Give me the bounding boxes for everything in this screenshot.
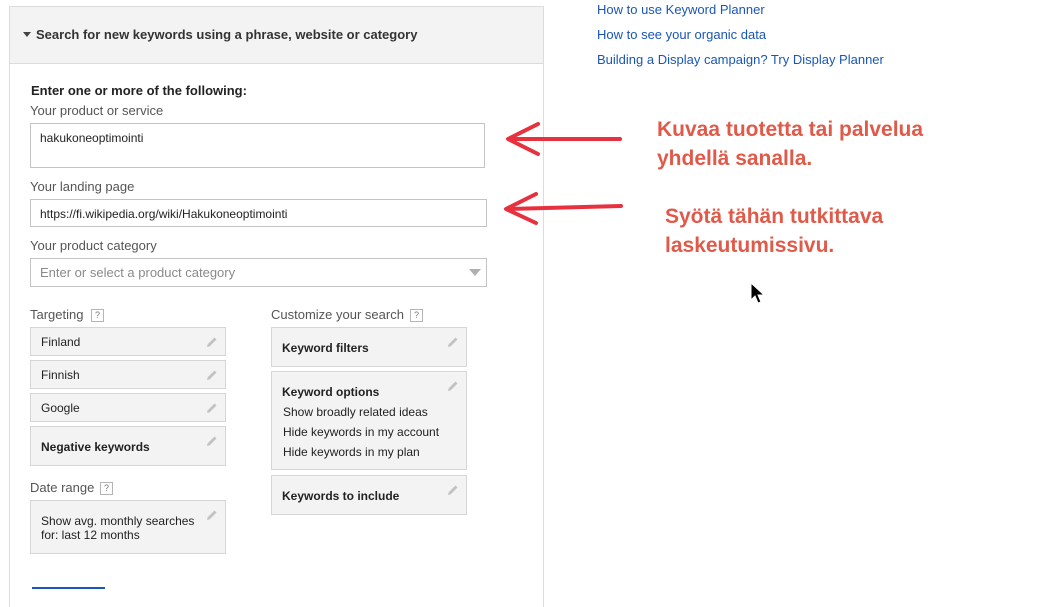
dropdown-arrow-icon[interactable]: [469, 269, 481, 276]
targeting-help-icon[interactable]: ?: [91, 309, 104, 322]
negative-keywords[interactable]: Negative keywords: [30, 426, 226, 466]
targeting-label: Targeting: [30, 307, 84, 322]
targeting-location[interactable]: Finland: [30, 327, 226, 356]
link-how-to-use-keyword-planner[interactable]: How to use Keyword Planner: [597, 2, 765, 17]
category-label: Your product category: [30, 238, 157, 253]
annotation-product: Kuvaa tuotetta tai palvelua yhdellä sana…: [657, 115, 923, 173]
keyword-option-item: Hide keywords in my plan: [283, 445, 420, 459]
keywords-to-include[interactable]: Keywords to include: [271, 475, 467, 515]
pencil-icon[interactable]: [447, 336, 459, 348]
pencil-icon[interactable]: [206, 336, 218, 348]
negative-keywords-label: Negative keywords: [41, 440, 150, 454]
pencil-icon[interactable]: [447, 380, 459, 392]
annotation-landing-line2: laskeutumissivu.: [665, 234, 835, 257]
product-input[interactable]: hakukoneoptimointi: [30, 123, 485, 168]
pencil-icon[interactable]: [447, 484, 459, 496]
pencil-icon[interactable]: [206, 435, 218, 447]
link-display-planner[interactable]: Building a Display campaign? Try Display…: [597, 52, 884, 67]
keyword-filters-label: Keyword filters: [282, 341, 369, 355]
link-organic-data[interactable]: How to see your organic data: [597, 27, 766, 42]
keyword-filters[interactable]: Keyword filters: [271, 327, 467, 367]
pencil-icon[interactable]: [206, 369, 218, 381]
annotation-landing: Syötä tähän tutkittava laskeutumissivu.: [665, 202, 883, 260]
panel-header[interactable]: Search for new keywords using a phrase, …: [10, 7, 543, 64]
keyword-option-item: Show broadly related ideas: [283, 405, 428, 419]
panel-title: Search for new keywords using a phrase, …: [36, 27, 418, 42]
targeting-language[interactable]: Finnish: [30, 360, 226, 389]
annotation-landing-line1: Syötä tähän tutkittava: [665, 205, 884, 228]
annotation-product-line1: Kuvaa tuotetta tai palvelua: [657, 118, 924, 141]
date-range-card[interactable]: Show avg. monthly searches for: last 12 …: [30, 500, 226, 554]
product-label: Your product or service: [30, 103, 164, 118]
mouse-cursor-icon: [750, 282, 766, 304]
keyword-option-item: Hide keywords in my account: [283, 425, 440, 439]
caret-down-icon[interactable]: [23, 32, 31, 37]
category-select[interactable]: Enter or select a product category: [30, 258, 487, 287]
date-range-line2: for: last 12 months: [41, 528, 140, 542]
arrow-left-icon: [504, 192, 623, 225]
keyword-options-title: Keyword options: [282, 385, 380, 399]
form-intro: Enter one or more of the following:: [31, 83, 247, 98]
location-value: Finland: [41, 335, 81, 349]
arrow-left-icon: [506, 122, 622, 156]
date-range-help-icon[interactable]: ?: [100, 482, 113, 495]
keyword-options[interactable]: Keyword options Show broadly related ide…: [271, 371, 467, 470]
customize-label: Customize your search: [271, 307, 404, 322]
network-value: Google: [41, 401, 80, 415]
landing-page-label: Your landing page: [30, 179, 135, 194]
landing-page-input[interactable]: https://fi.wikipedia.org/wiki/Hakukoneop…: [30, 199, 487, 227]
targeting-network[interactable]: Google: [30, 393, 226, 422]
landing-page-value: https://fi.wikipedia.org/wiki/Hakukoneop…: [40, 207, 288, 221]
keywords-to-include-label: Keywords to include: [282, 489, 400, 503]
customize-help-icon[interactable]: ?: [410, 309, 423, 322]
category-placeholder: Enter or select a product category: [40, 265, 236, 280]
pencil-icon[interactable]: [206, 402, 218, 414]
date-range-label: Date range: [30, 480, 95, 495]
annotation-product-line2: yhdellä sanalla.: [657, 147, 813, 170]
pencil-icon[interactable]: [206, 509, 218, 521]
language-value: Finnish: [41, 368, 80, 382]
product-value: hakukoneoptimointi: [40, 131, 144, 145]
date-range-line1: Show avg. monthly searches: [41, 514, 195, 528]
